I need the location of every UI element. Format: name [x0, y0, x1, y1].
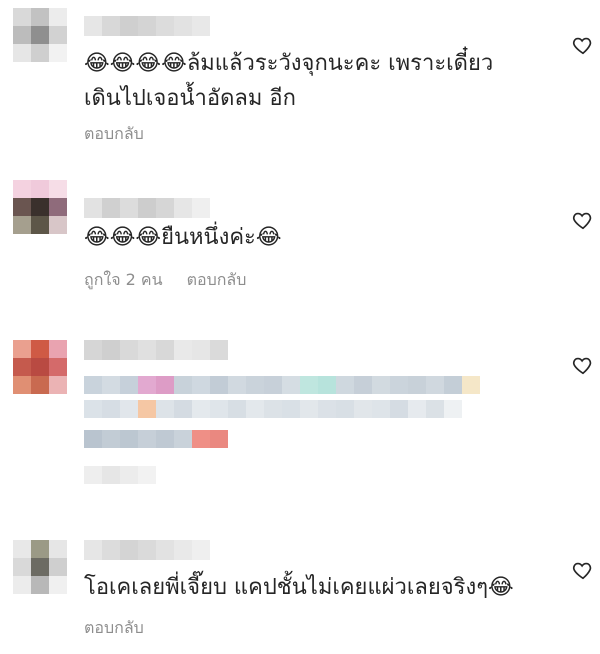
reply-button[interactable]: ตอบกลับ	[84, 616, 144, 641]
heart-outline-icon[interactable]	[572, 354, 594, 376]
username-blurred[interactable]	[84, 540, 210, 560]
avatar[interactable]	[13, 180, 67, 234]
blurred-text-line	[84, 430, 228, 448]
heart-outline-icon[interactable]	[572, 559, 594, 581]
reply-button[interactable]: ตอบกลับ	[84, 122, 144, 147]
comment-text: 😂😂😂ยืนหนึ่งค่ะ😂	[84, 225, 282, 250]
likes-count[interactable]: ถูกใจ 2 คน	[84, 268, 163, 293]
blurred-text-line	[84, 400, 462, 418]
username-blurred[interactable]	[84, 16, 210, 36]
blurred-text-line	[84, 466, 156, 484]
username-blurred[interactable]	[84, 198, 210, 218]
comment-text: 😂😂😂😂ล้มแล้วระวังจุกนะคะ เพราะเดี๋ยว เดิน…	[84, 51, 494, 111]
username-blurred[interactable]	[84, 340, 228, 360]
avatar[interactable]	[13, 340, 67, 394]
blurred-text-line	[84, 376, 480, 394]
reply-button[interactable]: ตอบกลับ	[187, 268, 247, 293]
avatar[interactable]	[13, 8, 67, 62]
heart-outline-icon[interactable]	[572, 34, 594, 56]
comment-text: โอเคเลยพี่เจี๊ยบ แคปชั้นไม่เคยแผ่วเลยจริ…	[84, 575, 514, 600]
heart-outline-icon[interactable]	[572, 209, 594, 231]
avatar[interactable]	[13, 540, 67, 594]
